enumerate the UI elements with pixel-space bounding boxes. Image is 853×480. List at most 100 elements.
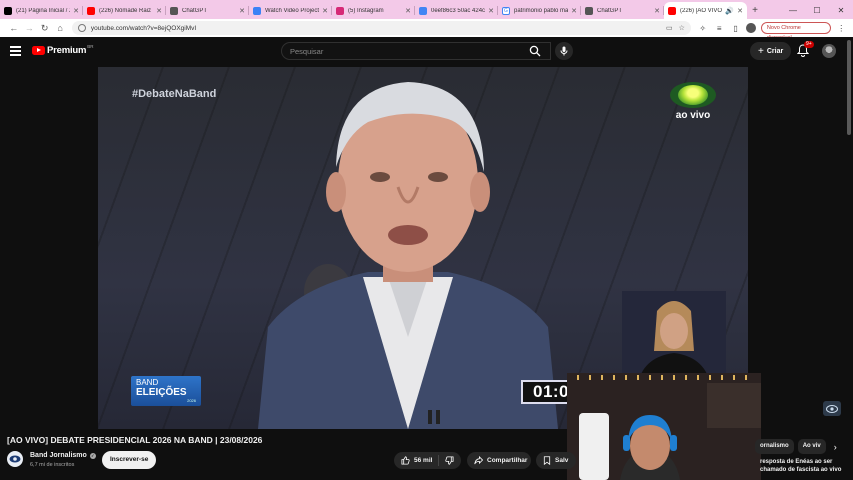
close-tab-icon[interactable]: ✕ — [737, 7, 743, 15]
live-label: ao vivo — [675, 110, 711, 121]
browser-tab[interactable]: (5) Instagram ✕ — [332, 2, 415, 19]
band-watermark-icon — [823, 401, 841, 416]
voice-search-button[interactable] — [555, 42, 573, 60]
channel-avatar[interactable] — [7, 451, 23, 467]
youtube-premium-logo[interactable]: Premium BR — [32, 44, 94, 56]
like-button[interactable]: 56 mil — [394, 455, 440, 466]
like-dislike-group: 56 mil — [394, 452, 461, 469]
cast-icon[interactable]: ▭ — [666, 24, 673, 32]
subscribe-button[interactable]: Inscrever-se — [102, 451, 157, 469]
maximize-icon[interactable]: ☐ — [805, 2, 829, 19]
chrome-update-pill[interactable]: Novo Chrome disponível — [760, 22, 831, 41]
url-text: youtube.com/watch?v=8ejQOXgiMvI — [90, 24, 197, 32]
browser-tab[interactable]: ChatGPT ✕ — [166, 2, 249, 19]
thumbs-down-icon — [445, 456, 454, 465]
chevron-right-icon[interactable]: › — [834, 442, 837, 452]
browser-tab-strip: (21) Página Inicial / X ✕ (226) Nômade Ra… — [0, 0, 853, 19]
bookmark-icon — [543, 456, 551, 465]
close-tab-icon[interactable]: ✕ — [156, 7, 162, 15]
sidebar-icon[interactable]: ▯ — [730, 24, 741, 33]
home-icon[interactable]: ⌂ — [52, 23, 67, 33]
dislike-button[interactable] — [439, 456, 460, 465]
string-lights — [577, 375, 757, 380]
back-arrow-icon[interactable]: ← — [6, 23, 21, 33]
media-control-icon[interactable]: ≡ — [713, 24, 724, 33]
youtube-play-icon — [32, 46, 45, 55]
thumbs-up-icon — [401, 456, 410, 465]
create-label: Criar — [766, 47, 784, 55]
eleicoes-line1: BAND — [136, 378, 159, 387]
recommendation-title[interactable]: resposta de Enéas ao ser chamado de fasc… — [760, 458, 850, 474]
share-button[interactable]: Compartilhar — [467, 452, 531, 469]
close-tab-icon[interactable]: ✕ — [239, 7, 245, 15]
notification-badge: 9+ — [804, 41, 814, 48]
profile-avatar[interactable] — [746, 23, 756, 33]
create-button[interactable]: + Criar — [750, 42, 792, 60]
webcam-overlay — [567, 373, 761, 480]
channel-name[interactable]: Band Jornalismo — [30, 452, 87, 459]
forward-arrow-icon[interactable]: → — [21, 23, 36, 33]
filter-chips: ornalismo Ao viv › — [755, 439, 837, 454]
channel-name-row[interactable]: Band Jornalismo ✓ — [30, 452, 96, 459]
reload-icon[interactable]: ↻ — [37, 23, 52, 34]
tab-title: (226) Nômade Raiz - — [99, 7, 154, 14]
subscriber-count: 6,7 mi de inscritos — [30, 462, 75, 468]
band-eleicoes-logo: BAND ELEIÇÕES 2026 — [131, 376, 201, 406]
close-window-icon[interactable]: ✕ — [829, 2, 853, 19]
browser-tab[interactable]: 0eef86c3 50ac 424c 8 ✕ — [415, 2, 498, 19]
close-tab-icon[interactable]: ✕ — [571, 7, 577, 15]
close-tab-icon[interactable]: ✕ — [322, 7, 328, 15]
save-label: Salv — [555, 457, 569, 464]
chip-ao-vivo[interactable]: Ao viv — [797, 439, 826, 454]
new-tab-button[interactable]: + — [747, 2, 763, 19]
speaker-figure — [258, 82, 558, 429]
close-tab-icon[interactable]: ✕ — [654, 7, 660, 15]
page-scrollbar[interactable] — [847, 40, 851, 135]
eleicoes-year: 2026 — [187, 398, 196, 403]
tab-title: (5) Instagram — [348, 7, 384, 14]
notifications-button[interactable]: 9+ — [796, 41, 814, 58]
tab-title: (21) Página Inicial / X — [16, 7, 71, 14]
account-avatar[interactable] — [822, 44, 836, 58]
browser-tab-active[interactable]: (226) [AO VIVO] D🔊✕ — [664, 2, 747, 19]
close-tab-icon[interactable]: ✕ — [73, 7, 79, 15]
tab-title: 0eef86c3 50ac 424c 8 — [431, 7, 486, 14]
address-bar[interactable]: youtube.com/watch?v=8ejQOXgiMvI ▭ ☆ — [71, 21, 691, 35]
like-count: 56 mil — [414, 457, 433, 464]
hamburger-menu-icon[interactable] — [10, 46, 21, 56]
hashtag-label: #DebateNaBand — [132, 88, 217, 100]
search-input[interactable]: Pesquisar — [281, 42, 551, 60]
chatgpt-favicon-icon — [170, 6, 178, 15]
verified-icon: ✓ — [89, 452, 96, 459]
bookmark-star-icon[interactable]: ☆ — [679, 24, 685, 32]
tab-title: patrimonio pablo mar — [514, 7, 569, 14]
plus-icon: + — [758, 45, 764, 57]
band-eye-icon — [9, 455, 21, 463]
browser-tab[interactable]: ChatGPT ✕ — [581, 2, 664, 19]
docs-favicon-icon — [419, 6, 427, 15]
site-info-icon[interactable] — [77, 24, 86, 32]
minimize-icon[interactable]: — — [781, 2, 805, 19]
extensions-icon[interactable]: ✧ — [697, 24, 708, 33]
instagram-favicon-icon — [336, 6, 344, 15]
search-icon — [529, 45, 541, 57]
search-button[interactable] — [520, 42, 550, 60]
close-tab-icon[interactable]: ✕ — [488, 7, 494, 15]
tab-title: ChatGPT — [597, 7, 623, 14]
eleicoes-line2: ELEIÇÕES — [136, 387, 187, 398]
background-chair — [579, 413, 609, 480]
chip-jornalismo[interactable]: ornalismo — [755, 439, 794, 454]
browser-tab[interactable]: Watch Video Project - ✕ — [249, 2, 332, 19]
browser-tab[interactable]: (21) Página Inicial / X ✕ — [0, 2, 83, 19]
browser-tab[interactable]: Gpatrimonio pablo mar ✕ — [498, 2, 581, 19]
kebab-menu-icon[interactable]: ⋮ — [836, 24, 847, 33]
save-button[interactable]: Salv — [536, 452, 576, 469]
speaker-icon[interactable]: 🔊 — [725, 7, 734, 15]
band-eye-icon — [670, 82, 716, 108]
video-title: [AO VIVO] DEBATE PRESIDENCIAL 2026 NA BA… — [7, 435, 263, 445]
browser-tab[interactable]: (226) Nômade Raiz - ✕ — [83, 2, 166, 19]
logo-country: BR — [87, 44, 94, 49]
close-tab-icon[interactable]: ✕ — [405, 7, 411, 15]
x-favicon-icon — [4, 6, 12, 15]
youtube-favicon-icon — [87, 6, 95, 15]
